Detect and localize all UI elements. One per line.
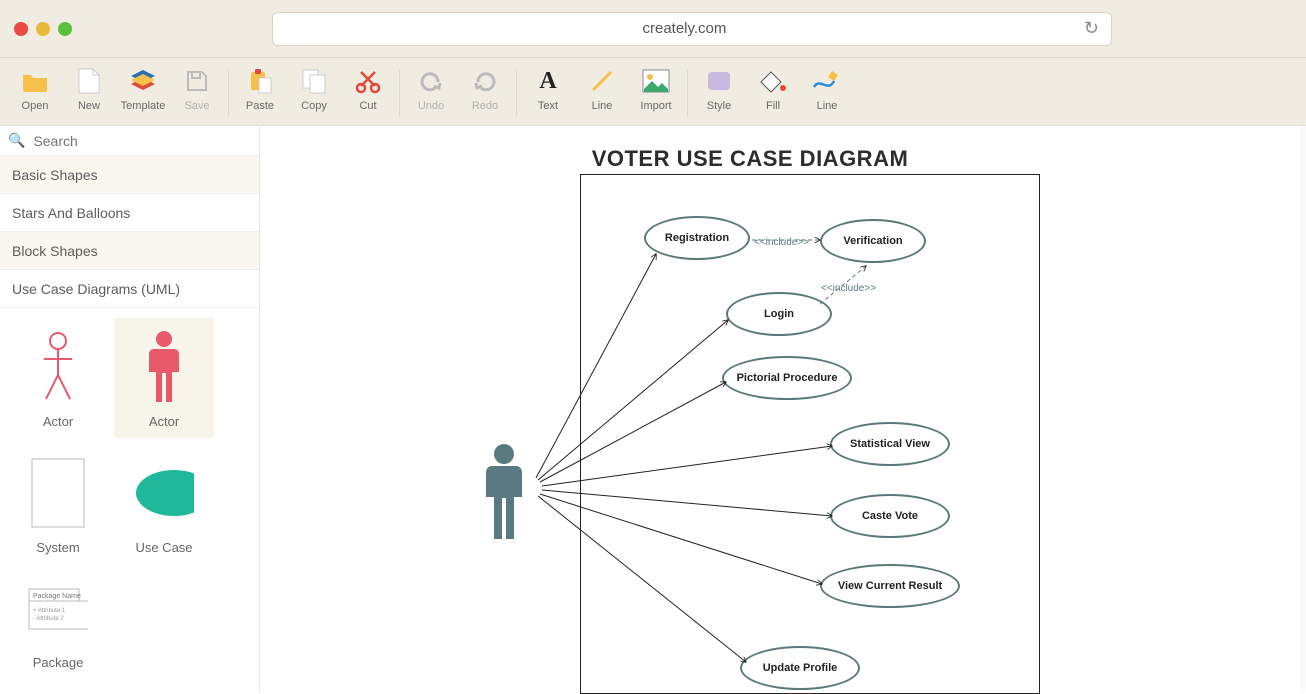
style-icon [704,66,734,96]
svg-text:+ Attribute 1: + Attribute 1 [33,608,66,614]
palette-usecase[interactable]: Use Case [114,444,214,564]
reload-icon[interactable]: ↻ [1084,18,1099,39]
new-button[interactable]: New [62,64,116,124]
svg-text:- Attribute 2: - Attribute 2 [33,616,64,622]
category-use-case-uml[interactable]: Use Case Diagrams (UML) [0,270,259,308]
palette-label: Use Case [135,540,192,555]
style-button[interactable]: Style [692,64,746,124]
redo-icon [470,66,500,96]
svg-text:Package Name: Package Name [33,593,81,600]
usecase-pictorial[interactable]: Pictorial Procedure [722,356,852,400]
usecase-view-result[interactable]: View Current Result [820,564,960,608]
address-bar[interactable]: creately.com ↻ [272,12,1112,46]
usecase-caste-vote[interactable]: Caste Vote [830,494,950,538]
diagram-canvas[interactable]: VOTER USE CASE DIAGRAM Registration Veri… [260,126,1300,691]
save-icon [182,66,212,96]
line-style-button[interactable]: Line [800,64,854,124]
url-text: creately.com [642,20,726,37]
separator [516,70,517,116]
separator [399,70,400,116]
text-icon: A [533,66,563,96]
minimize-window-icon[interactable] [36,22,50,36]
paste-icon [245,66,275,96]
main-toolbar: Open New Template Save Paste Copy Cut Un… [0,58,1306,126]
close-window-icon[interactable] [14,22,28,36]
browser-chrome: creately.com ↻ [0,0,1306,58]
palette-label: Actor [43,414,73,429]
save-button[interactable]: Save [170,64,224,124]
cut-button[interactable]: Cut [341,64,395,124]
shapes-sidebar: 🔍 Basic Shapes Stars And Balloons Block … [0,126,260,691]
main-area: 🔍 Basic Shapes Stars And Balloons Block … [0,126,1306,691]
text-tool-button[interactable]: A Text [521,64,575,124]
folder-icon [20,66,50,96]
palette-actor-stick[interactable]: Actor [8,318,108,438]
shape-search: 🔍 [0,126,259,156]
palette-label: Package [33,655,84,670]
diagram-title[interactable]: VOTER USE CASE DIAGRAM [260,146,1240,172]
usecase-registration[interactable]: Registration [644,216,750,260]
new-file-icon [74,66,104,96]
open-button[interactable]: Open [8,64,62,124]
palette-package[interactable]: Package Name + Attribute 1 - Attribute 2 P… [8,570,108,670]
category-basic-shapes[interactable]: Basic Shapes [0,156,259,194]
template-button[interactable]: Template [116,64,170,124]
window-controls [14,22,72,36]
fill-icon [758,66,788,96]
image-icon [641,66,671,96]
include-label-login-ver: <<include>> [821,283,876,294]
search-input[interactable] [33,133,251,149]
palette-actor-solid[interactable]: Actor [114,318,214,438]
category-block-shapes[interactable]: Block Shapes [0,232,259,270]
copy-icon [299,66,329,96]
category-stars-balloons[interactable]: Stars And Balloons [0,194,259,232]
usecase-login[interactable]: Login [726,292,832,336]
actor-voter[interactable] [476,442,532,542]
usecase-statistical[interactable]: Statistical View [830,422,950,466]
maximize-window-icon[interactable] [58,22,72,36]
usecase-verification[interactable]: Verification [820,219,926,263]
copy-button[interactable]: Copy [287,64,341,124]
palette-system[interactable]: System [8,444,108,564]
include-label-reg-ver: <<include>> [754,237,809,248]
line-tool-button[interactable]: Line [575,64,629,124]
undo-icon [416,66,446,96]
usecase-update-profile[interactable]: Update Profile [740,646,860,690]
undo-button[interactable]: Undo [404,64,458,124]
canvas-viewport[interactable]: VOTER USE CASE DIAGRAM Registration Veri… [260,126,1306,691]
system-boundary[interactable] [580,174,1040,694]
redo-button[interactable]: Redo [458,64,512,124]
template-icon [128,66,158,96]
separator [228,70,229,116]
palette-label: System [36,540,79,555]
palette-label: Actor [149,414,179,429]
palette-use-case: Actor Actor System Use Case Package Name… [0,308,259,680]
import-button[interactable]: Import [629,64,683,124]
fill-button[interactable]: Fill [746,64,800,124]
separator [687,70,688,116]
pencil-line-icon [812,66,842,96]
search-icon[interactable]: 🔍 [8,132,25,149]
line-icon [587,66,617,96]
paste-button[interactable]: Paste [233,64,287,124]
cut-icon [353,66,383,96]
